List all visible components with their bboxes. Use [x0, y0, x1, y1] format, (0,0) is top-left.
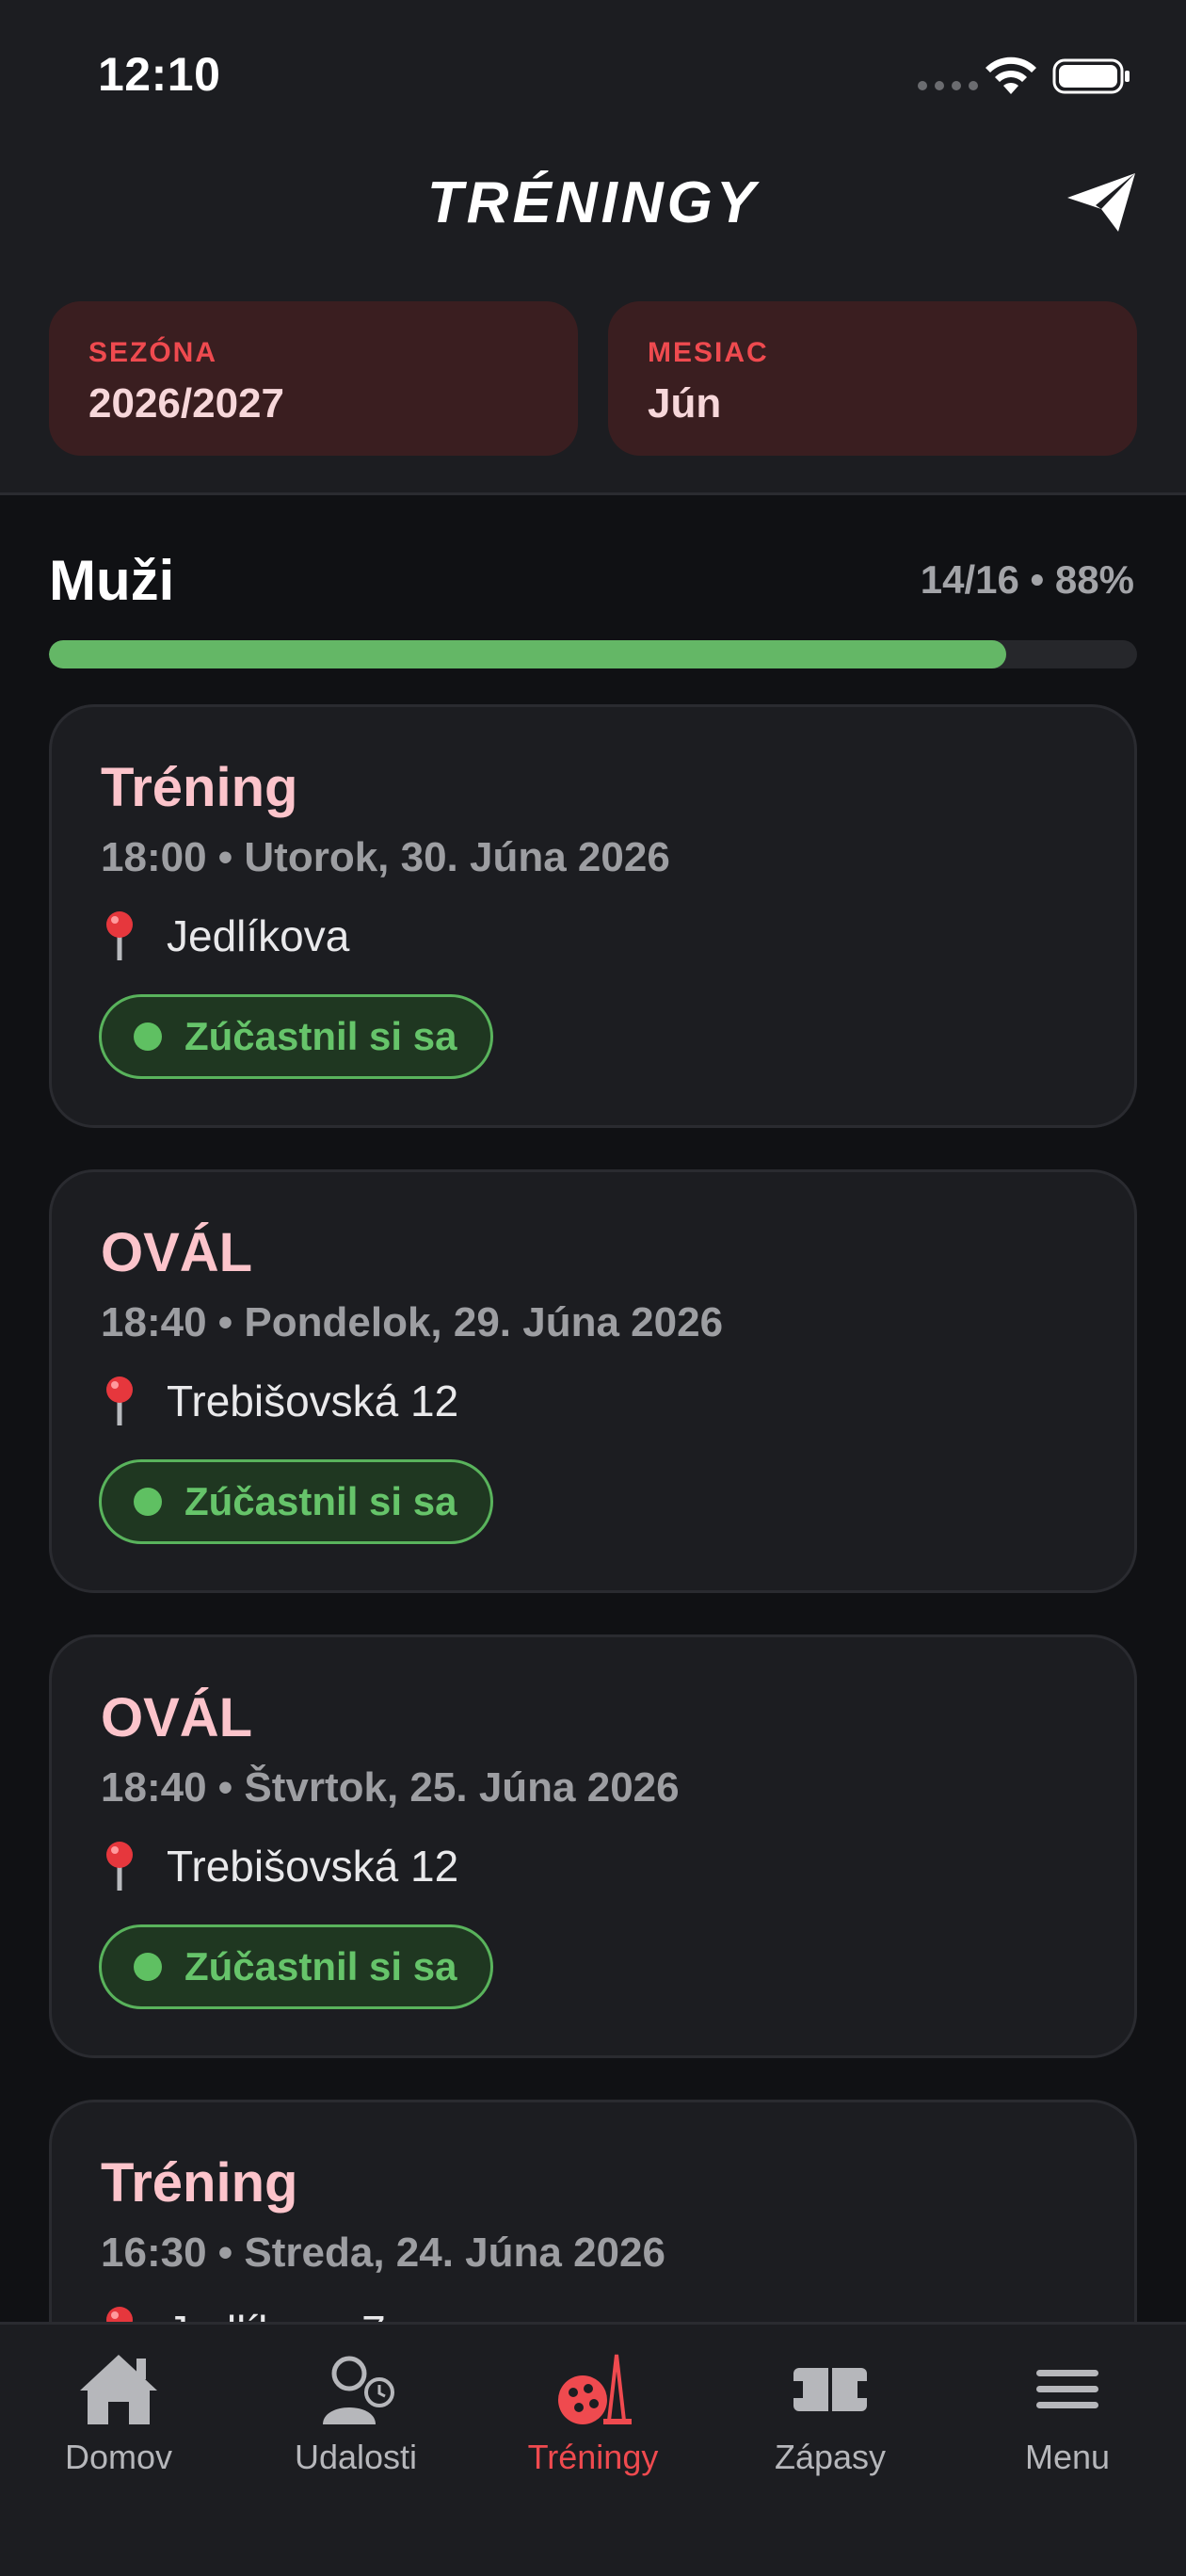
status-dot-icon: [134, 1022, 162, 1051]
tab-udalosti[interactable]: Udalosti: [237, 2349, 474, 2477]
tab-menu[interactable]: Menu: [949, 2349, 1186, 2477]
status-dot-icon: [134, 1953, 162, 1981]
training-title: Tréning: [101, 2152, 298, 2214]
attendance-status-badge: Zúčastnil si sa: [99, 994, 494, 1079]
training-location-text: Trebišovská 12: [167, 1377, 459, 1425]
menu-icon: [1036, 2370, 1098, 2408]
matches-icon: [793, 2368, 867, 2411]
attendance-status-text: Zúčastnil si sa: [184, 1944, 457, 1988]
status-time: 12:10: [98, 48, 221, 101]
location-pin-icon: [106, 1377, 133, 1425]
training-datetime: 18:40 • Štvrtok, 25. Júna 2026: [101, 1764, 680, 1811]
home-icon: [80, 2355, 157, 2424]
tab-label: Menu: [1024, 2438, 1111, 2476]
battery-icon: [1052, 58, 1130, 94]
month-selector[interactable]: MESIAC Jún: [608, 301, 1137, 456]
training-location: Trebišovská 12: [101, 1840, 458, 1892]
training-location-text: Jedlíkova: [167, 911, 350, 960]
header-area: 12:10 TRÉNINGY SEZÓNA 2026/2027 MESIAC J…: [0, 0, 1186, 495]
training-datetime: 18:00 • Utorok, 30. Júna 2026: [101, 834, 670, 880]
month-value: Jún: [648, 380, 722, 427]
training-title: OVÁL: [101, 1687, 253, 1748]
training-datetime: 16:30 • Streda, 24. Júna 2026: [101, 2230, 665, 2276]
training-title: Tréning: [101, 757, 298, 818]
wifi-icon: [986, 56, 1036, 94]
tab-label: Udalosti: [294, 2438, 418, 2476]
screen: 12:10 TRÉNINGY SEZÓNA 2026/2027 MESIAC J…: [0, 0, 1186, 2576]
training-card[interactable]: OVÁL 18:40 • Štvrtok, 25. Júna 2026 Treb…: [49, 1634, 1137, 2058]
training-location: Jedlíkova: [101, 910, 349, 962]
tab-domov[interactable]: Domov: [0, 2349, 237, 2477]
group-attendance-stats: 14/16 • 88%: [920, 557, 1134, 602]
tab-label: Tréningy: [527, 2438, 659, 2476]
training-location-text: Trebišovská 12: [167, 1842, 459, 1891]
training-datetime: 18:40 • Pondelok, 29. Júna 2026: [101, 1299, 724, 1345]
training-title: OVÁL: [101, 1222, 253, 1283]
tab-zapasy[interactable]: Zápasy: [712, 2349, 949, 2477]
season-label: SEZÓNA: [88, 337, 218, 368]
tab-label: Zápasy: [774, 2438, 887, 2476]
tab-treningy[interactable]: Tréningy: [474, 2349, 712, 2477]
tab-label: Domov: [64, 2438, 173, 2476]
status-bar: 12:10: [0, 0, 1186, 141]
training-card[interactable]: OVÁL 18:40 • Pondelok, 29. Júna 2026 Tre…: [49, 1169, 1137, 1593]
cellular-signal-icon: [918, 81, 978, 90]
attendance-progress-bar: [49, 640, 1137, 668]
training-location: Trebišovská 12: [101, 1375, 458, 1427]
location-pin-icon: [106, 1842, 133, 1891]
season-selector[interactable]: SEZÓNA 2026/2027: [49, 301, 578, 456]
attendance-status-text: Zúčastnil si sa: [184, 1479, 457, 1523]
location-pin-icon: [106, 911, 133, 960]
attendance-progress-fill: [49, 640, 1007, 668]
attendance-status-badge: Zúčastnil si sa: [99, 1924, 494, 2009]
bottom-tab-bar: Domov Udalosti Tréningy Zápasy Menu: [0, 2322, 1186, 2576]
events-icon: [323, 2356, 394, 2424]
group-name: Muži: [49, 549, 175, 612]
attendance-status-text: Zúčastnil si sa: [184, 1014, 457, 1058]
training-card[interactable]: Tréning 18:00 • Utorok, 30. Júna 2026 Je…: [49, 704, 1137, 1128]
attendance-status-badge: Zúčastnil si sa: [99, 1459, 494, 1544]
send-icon[interactable]: [1064, 169, 1139, 235]
month-label: MESIAC: [648, 337, 769, 368]
training-icon: [558, 2354, 632, 2424]
page-title: TRÉNINGY: [426, 170, 760, 235]
status-dot-icon: [134, 1488, 162, 1516]
season-value: 2026/2027: [88, 380, 284, 427]
